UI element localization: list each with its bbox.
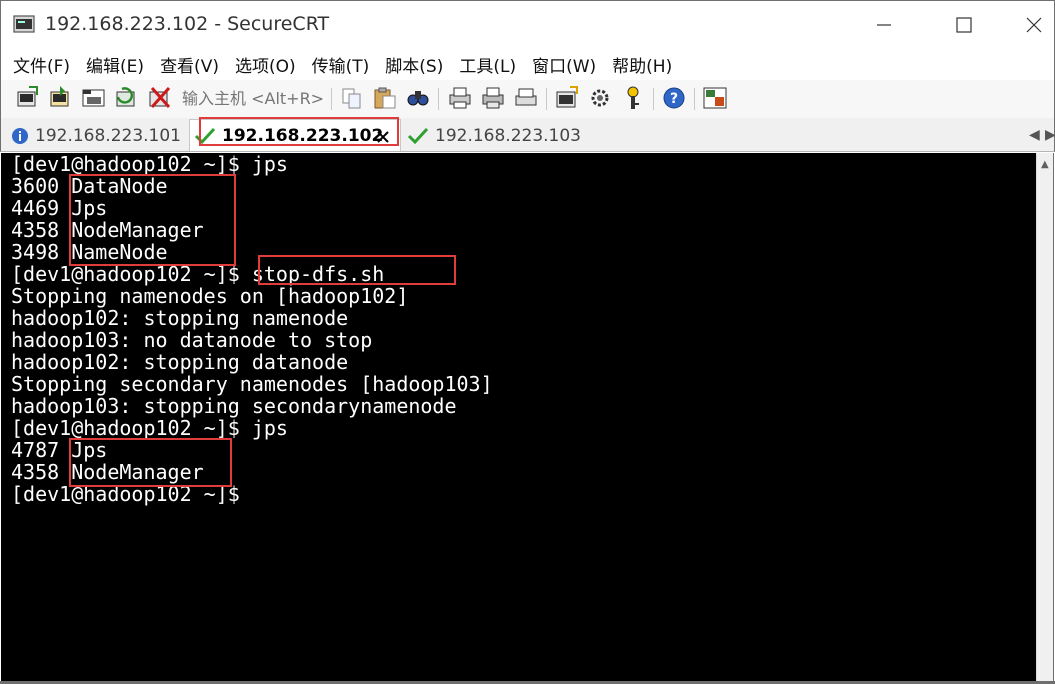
terminal-line: hadoop102: stopping namenode: [11, 306, 349, 330]
copy-icon[interactable]: [339, 85, 365, 111]
svg-text:?: ?: [670, 91, 678, 107]
terminal-line: hadoop103: stopping secondarynamenode: [11, 394, 457, 418]
tab-label: 192.168.223.101: [35, 125, 182, 146]
toolbar: ?: [0, 80, 1055, 118]
info-icon: [12, 127, 28, 144]
window-title: 192.168.223.102 - SecureCRT: [45, 13, 330, 35]
menu-script[interactable]: 脚本(S): [385, 52, 443, 77]
check-icon: [407, 127, 429, 144]
paste-icon[interactable]: [372, 85, 398, 111]
close-icon: [1026, 17, 1042, 33]
maximize-button[interactable]: [941, 7, 987, 43]
terminal-line: hadoop103: no datanode to stop: [11, 328, 373, 352]
toolbar-separator: [438, 88, 439, 110]
close-button[interactable]: [1011, 7, 1055, 43]
help-icon[interactable]: ?: [661, 85, 687, 111]
toolbar-separator: [653, 88, 654, 110]
menu-bar: 文件(F) 编辑(E) 查看(V) 选项(O) 传输(T) 脚本(S) 工具(L…: [0, 48, 1055, 80]
highlight-active-tab: [199, 117, 399, 146]
disconnect-icon[interactable]: [147, 85, 173, 111]
scroll-up-icon[interactable]: ▲: [1041, 159, 1049, 170]
toolbar-separator: [546, 88, 547, 110]
highlight-stop-command: [258, 255, 456, 285]
terminal-line: [dev1@hadoop102 ~]$ jps: [11, 152, 288, 176]
tab-session-103[interactable]: 192.168.223.103: [407, 120, 581, 151]
terminal-scrollbar[interactable]: ▲: [1036, 153, 1054, 681]
menu-help[interactable]: 帮助(H): [612, 52, 672, 77]
title-bar: 192.168.223.102 - SecureCRT: [0, 0, 1055, 48]
toolbar-separator: [694, 88, 695, 110]
key-icon[interactable]: [620, 85, 646, 111]
print-screen-icon[interactable]: [513, 85, 539, 111]
tab-scroll-right-icon[interactable]: ▶: [1045, 127, 1055, 143]
toolbar-separator: [331, 88, 332, 110]
reconnect-icon[interactable]: [114, 85, 140, 111]
quick-connect-icon[interactable]: [48, 85, 74, 111]
highlight-jps-output-before: [69, 174, 236, 266]
highlight-jps-output-after: [69, 438, 232, 487]
print-selection-icon[interactable]: [480, 85, 506, 111]
print-icon[interactable]: [447, 85, 473, 111]
menu-options[interactable]: 选项(O): [235, 52, 296, 77]
securecrt-app-icon: [13, 15, 35, 33]
minimize-icon: [877, 24, 891, 26]
session-options-icon[interactable]: [554, 85, 580, 111]
terminal-line: [dev1@hadoop102 ~]$ jps: [11, 416, 288, 440]
tab-session-101[interactable]: 192.168.223.101: [11, 120, 181, 151]
maximize-icon: [956, 17, 972, 33]
connect-icon[interactable]: [15, 85, 41, 111]
find-icon[interactable]: [405, 85, 431, 111]
menu-window[interactable]: 窗口(W): [532, 52, 596, 77]
terminal-line: Stopping secondary namenodes [hadoop103]: [11, 372, 493, 396]
quick-connect-input[interactable]: [180, 85, 326, 112]
menu-view[interactable]: 查看(V): [160, 52, 219, 77]
menu-transfer[interactable]: 传输(T): [312, 52, 370, 77]
menu-edit[interactable]: 编辑(E): [86, 52, 144, 77]
menu-file[interactable]: 文件(F): [13, 52, 70, 77]
connect-in-tab-icon[interactable]: [81, 85, 107, 111]
sftp-icon[interactable]: [702, 85, 728, 111]
tab-label: 192.168.223.103: [435, 125, 582, 146]
menu-tools[interactable]: 工具(L): [459, 52, 516, 77]
minimize-button[interactable]: [861, 7, 907, 43]
terminal-line: Stopping namenodes on [hadoop102]: [11, 284, 409, 308]
global-options-icon[interactable]: [587, 85, 613, 111]
terminal-line: hadoop102: stopping datanode: [11, 350, 349, 374]
session-tab-bar: 192.168.223.101 192.168.223.102 192.168.…: [0, 118, 1055, 152]
tab-scroll-left-icon[interactable]: ◀: [1029, 127, 1040, 143]
